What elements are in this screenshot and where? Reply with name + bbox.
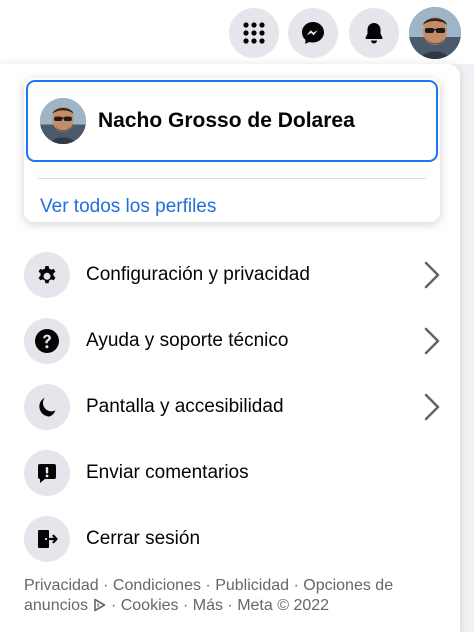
top-bar <box>0 0 474 64</box>
see-all-profiles-link[interactable]: Ver todos los perfiles <box>40 196 216 218</box>
profile-card: Nacho Grosso de Dolarea Ver todos los pe… <box>24 78 440 222</box>
footer-links: Privacidad · Condiciones · Publicidad · … <box>24 576 444 616</box>
account-menu-panel: Nacho Grosso de Dolarea Ver todos los pe… <box>0 64 460 632</box>
separator: · <box>178 597 193 614</box>
meta-copyright: Meta © 2022 <box>237 597 330 614</box>
menu-item-label: Configuración y privacidad <box>86 264 310 285</box>
apps-grid-icon <box>243 22 265 44</box>
separator: · <box>289 577 304 594</box>
separator: · <box>200 577 216 594</box>
privacy-link[interactable]: Privacidad <box>24 577 99 594</box>
avatar[interactable] <box>409 7 461 59</box>
terms-link[interactable]: Condiciones <box>113 577 201 594</box>
chevron-right-icon <box>424 393 440 421</box>
bell-icon <box>365 23 383 44</box>
menu-item-label: Cerrar sesión <box>86 528 201 549</box>
notifications-button[interactable] <box>349 8 399 58</box>
menu-item-label: Pantalla y accesibilidad <box>86 396 284 417</box>
divider <box>38 178 426 179</box>
separator: · <box>98 577 113 594</box>
advertising-link[interactable]: Publicidad <box>215 577 289 594</box>
chevron-right-icon <box>424 327 440 355</box>
feedback-icon <box>24 450 70 496</box>
ad-choices-icon <box>93 598 105 612</box>
cookies-link[interactable]: Cookies <box>121 597 179 614</box>
current-profile-row[interactable]: Nacho Grosso de Dolarea <box>26 80 438 162</box>
more-link[interactable]: Más <box>193 597 223 614</box>
messenger-icon <box>302 22 324 44</box>
apps-menu-button[interactable] <box>229 8 279 58</box>
menu-item-give-feedback[interactable]: Enviar comentarios <box>24 448 444 498</box>
menu-item-label: Enviar comentarios <box>86 462 249 483</box>
moon-icon <box>24 384 70 430</box>
menu-item-help-support[interactable]: Ayuda y soporte técnico <box>24 316 444 366</box>
menu-item-label: Ayuda y soporte técnico <box>86 330 289 351</box>
gear-icon <box>24 252 70 298</box>
logout-icon <box>24 516 70 562</box>
profile-avatar <box>40 98 86 144</box>
menu-item-log-out[interactable]: Cerrar sesión <box>24 514 444 564</box>
separator: · <box>222 597 238 614</box>
separator: · <box>106 597 121 614</box>
profile-name: Nacho Grosso de Dolarea <box>98 109 355 132</box>
help-icon <box>24 318 70 364</box>
menu-item-display-accessibility[interactable]: Pantalla y accesibilidad <box>24 382 444 432</box>
chevron-right-icon <box>424 261 440 289</box>
messenger-button[interactable] <box>288 8 338 58</box>
menu-item-settings-privacy[interactable]: Configuración y privacidad <box>24 250 444 300</box>
